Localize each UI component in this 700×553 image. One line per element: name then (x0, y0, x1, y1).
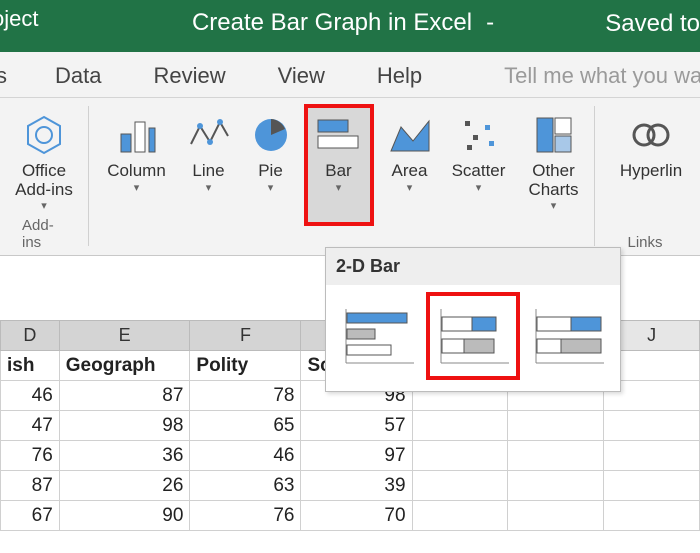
colhdr-f[interactable]: F (190, 321, 301, 351)
tab-review[interactable]: Review (153, 57, 245, 89)
table-row[interactable]: 76 36 46 97 (1, 441, 700, 471)
group-links: Hyperlin Links (595, 98, 695, 255)
tab-help[interactable]: Help (377, 57, 442, 89)
cell[interactable]: 76 (190, 501, 301, 531)
chart-area-button[interactable]: Area ▾ (382, 106, 438, 224)
cell[interactable]: 46 (1, 381, 60, 411)
group-label-addins: Add-ins (22, 217, 66, 251)
cell[interactable]: ish (1, 351, 60, 381)
tell-me-search[interactable]: Tell me what you wa (504, 63, 700, 89)
cell[interactable] (604, 411, 700, 441)
chevron-down-icon: ▾ (551, 200, 557, 212)
title-bar: oject Create Bar Graph in Excel- Saved t… (0, 0, 700, 52)
cell[interactable]: 78 (190, 381, 301, 411)
chart-scatter-button[interactable]: Scatter ▾ (448, 106, 510, 224)
cell[interactable] (604, 501, 700, 531)
hyperlink-icon (629, 110, 673, 160)
cell[interactable]: 65 (190, 411, 301, 441)
save-status: Saved to (605, 10, 700, 38)
quickaccess-fragment: oject (0, 6, 38, 32)
cell[interactable] (412, 441, 508, 471)
gallery-header: 2-D Bar (326, 248, 620, 285)
group-charts: Column ▾ Line ▾ (89, 98, 594, 255)
addins-icon (22, 110, 66, 160)
chevron-down-icon: ▾ (476, 182, 482, 194)
column-chart-icon (116, 110, 158, 160)
cell[interactable]: 70 (301, 501, 412, 531)
cell[interactable] (508, 471, 604, 501)
area-chart-icon (389, 110, 431, 160)
cell[interactable] (604, 471, 700, 501)
cell[interactable] (412, 501, 508, 531)
chevron-down-icon: ▾ (336, 182, 342, 194)
stacked-bar-option[interactable] (429, 295, 516, 377)
chevron-down-icon: ▾ (407, 182, 413, 194)
cell[interactable]: 63 (190, 471, 301, 501)
stacked-bar-100-option[interactable] (525, 295, 612, 377)
ribbon: Office Add-ins ▾ Add-ins Column ▾ (0, 98, 700, 256)
chart-pie-button[interactable]: Pie ▾ (246, 106, 296, 224)
cell[interactable] (508, 411, 604, 441)
scatter-chart-icon (459, 110, 499, 160)
cell[interactable]: Geograph (59, 351, 190, 381)
chart-other-button[interactable]: Other Charts ▾ (520, 106, 588, 224)
chart-column-button[interactable]: Column ▾ (102, 106, 172, 224)
cell[interactable]: 97 (301, 441, 412, 471)
bar-chart-gallery: 2-D Bar (325, 247, 621, 392)
chevron-down-icon: ▾ (41, 200, 47, 212)
other-charts-icon (533, 110, 575, 160)
cell[interactable] (604, 441, 700, 471)
bar-chart-icon (316, 110, 362, 160)
workbook-title: Create Bar Graph in Excel- (192, 9, 508, 37)
chevron-down-icon: ▾ (268, 182, 274, 194)
chart-bar-button[interactable]: Bar ▾ (306, 106, 372, 224)
cell[interactable] (508, 501, 604, 531)
tab-data[interactable]: Data (55, 57, 121, 89)
pie-chart-icon (251, 110, 291, 160)
tab-view[interactable]: View (278, 57, 345, 89)
ribbon-tabstrip: s Data Review View Help Tell me what you… (0, 52, 700, 98)
cell[interactable]: 36 (59, 441, 190, 471)
cell[interactable]: 26 (59, 471, 190, 501)
cell[interactable] (412, 411, 508, 441)
cell[interactable]: 46 (190, 441, 301, 471)
cell[interactable]: 90 (59, 501, 190, 531)
tab-fragment[interactable]: s (0, 57, 27, 89)
cell[interactable]: 98 (59, 411, 190, 441)
cell[interactable]: 87 (59, 381, 190, 411)
colhdr-d[interactable]: D (1, 321, 60, 351)
hyperlink-button[interactable]: Hyperlin (611, 106, 691, 183)
cell[interactable]: 39 (301, 471, 412, 501)
chevron-down-icon: ▾ (134, 182, 140, 194)
clustered-bar-option[interactable] (334, 295, 421, 377)
cell[interactable]: 67 (1, 501, 60, 531)
colhdr-e[interactable]: E (59, 321, 190, 351)
table-row[interactable]: 47 98 65 57 (1, 411, 700, 441)
cell[interactable]: 76 (1, 441, 60, 471)
cell[interactable] (508, 441, 604, 471)
group-label-links: Links (627, 234, 662, 251)
cell[interactable]: Polity (190, 351, 301, 381)
table-row[interactable]: 87 26 63 39 (1, 471, 700, 501)
table-row[interactable]: 67 90 76 70 (1, 501, 700, 531)
chevron-down-icon: ▾ (206, 182, 212, 194)
cell[interactable] (412, 471, 508, 501)
group-addins: Office Add-ins ▾ Add-ins (0, 98, 88, 255)
cell[interactable]: 57 (301, 411, 412, 441)
line-chart-icon (188, 110, 230, 160)
chart-line-button[interactable]: Line ▾ (182, 106, 236, 224)
office-addins-button[interactable]: Office Add-ins ▾ (2, 106, 86, 214)
cell[interactable]: 47 (1, 411, 60, 441)
cell[interactable]: 87 (1, 471, 60, 501)
